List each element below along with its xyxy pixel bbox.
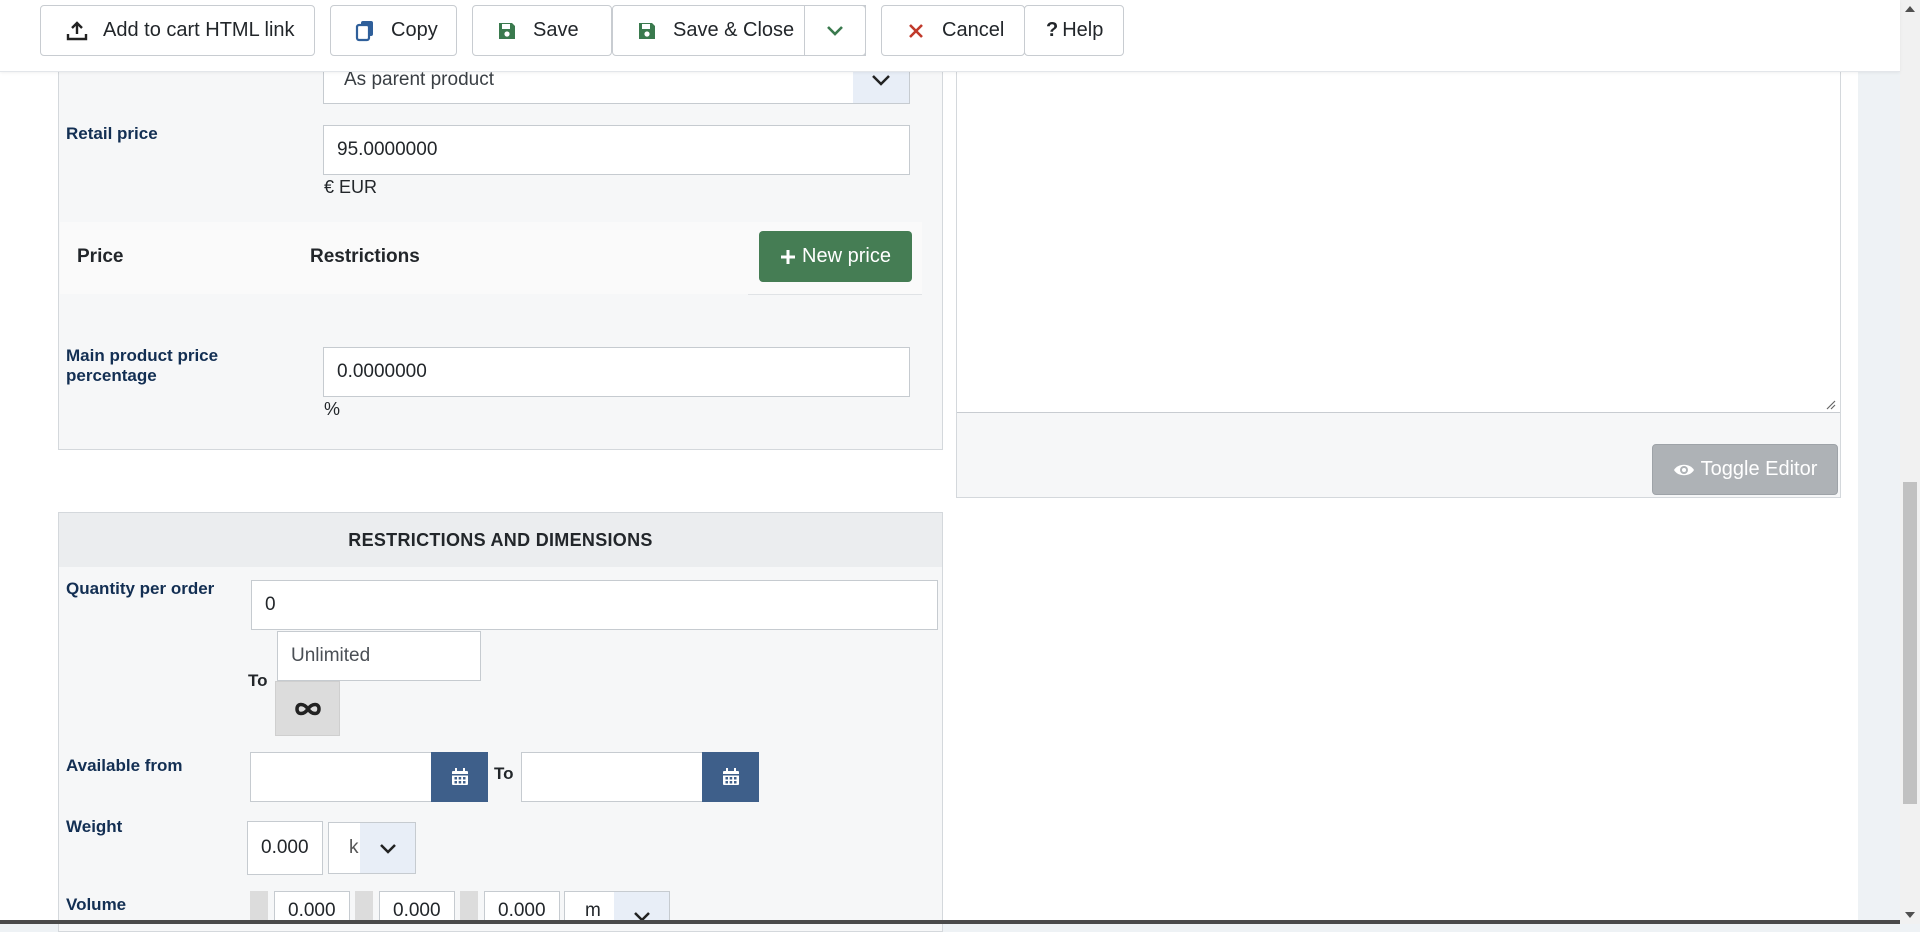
toggle-editor-button[interactable]: Toggle Editor bbox=[1652, 444, 1838, 495]
volume-label: Volume bbox=[66, 895, 127, 914]
infinity-icon bbox=[294, 702, 321, 715]
save-and-close-label: Save & Close bbox=[673, 19, 795, 41]
calendar-icon bbox=[451, 768, 468, 785]
text-editor-area[interactable] bbox=[957, 60, 1840, 413]
window-bottom-edge bbox=[0, 920, 1900, 924]
plus-icon bbox=[781, 249, 796, 264]
toolbar: Add to cart HTML link Copy Save Save & C… bbox=[0, 0, 1900, 72]
eye-icon bbox=[1673, 464, 1694, 475]
chevron-down-icon bbox=[827, 26, 843, 36]
retail-price-value: 95.0000000 bbox=[337, 139, 438, 160]
divider bbox=[748, 294, 922, 295]
volume-height-value: 0.000 bbox=[498, 900, 546, 921]
quantity-per-order-label: Quantity per order bbox=[66, 579, 215, 598]
save-options-dropdown[interactable] bbox=[804, 5, 866, 56]
retail-price-input[interactable]: 95.0000000 bbox=[323, 125, 910, 175]
weight-label: Weight bbox=[66, 817, 123, 836]
copy-button[interactable]: Copy bbox=[330, 5, 457, 56]
floppy-disk-icon bbox=[495, 19, 519, 43]
quantity-min-input[interactable]: 0 bbox=[251, 580, 938, 630]
available-to-input[interactable] bbox=[521, 752, 703, 802]
chevron-down-icon[interactable] bbox=[360, 823, 415, 873]
help-button[interactable]: ? Help bbox=[1024, 5, 1124, 56]
copy-label: Copy bbox=[391, 19, 438, 41]
add-to-cart-label: Add to cart HTML link bbox=[103, 19, 295, 41]
new-price-button[interactable]: New price bbox=[759, 231, 912, 282]
calendar-icon bbox=[722, 768, 739, 785]
save-label: Save bbox=[533, 19, 579, 41]
main-price-percentage-label: Main product price percentage bbox=[66, 346, 219, 385]
weight-value: 0.000 bbox=[261, 837, 309, 858]
scroll-down-arrow-icon[interactable] bbox=[1900, 906, 1920, 924]
volume-width-value: 0.000 bbox=[393, 900, 441, 921]
available-from-input[interactable] bbox=[250, 752, 432, 802]
save-button[interactable]: Save bbox=[472, 5, 612, 56]
help-label: Help bbox=[1062, 19, 1104, 41]
restrictions-panel bbox=[58, 512, 943, 932]
weight-input[interactable]: 0.000 bbox=[247, 821, 323, 875]
available-to-calendar-button[interactable] bbox=[702, 752, 759, 802]
main-price-percentage-value: 0.0000000 bbox=[337, 361, 427, 382]
main-price-percentage-input[interactable]: 0.0000000 bbox=[323, 347, 910, 397]
quantity-max-placeholder: Unlimited bbox=[291, 645, 371, 666]
question-icon: ? bbox=[1046, 19, 1059, 41]
volume-unit-value: m bbox=[585, 900, 601, 921]
available-to-label: To bbox=[494, 764, 514, 783]
available-from-label: Available from bbox=[66, 756, 183, 775]
currency-label: € EUR bbox=[324, 177, 378, 197]
unlimited-toggle-button[interactable] bbox=[275, 681, 340, 736]
cancel-button[interactable]: Cancel bbox=[881, 5, 1025, 56]
price-type-select-value: As parent product bbox=[344, 69, 494, 90]
quantity-max-input[interactable]: Unlimited bbox=[277, 631, 481, 681]
quantity-min-value: 0 bbox=[265, 594, 276, 615]
quantity-to-label: To bbox=[248, 671, 268, 690]
resize-handle-icon[interactable] bbox=[1824, 398, 1836, 410]
weight-unit-value: k bbox=[349, 837, 359, 858]
available-from-calendar-button[interactable] bbox=[431, 752, 488, 802]
percent-unit: % bbox=[324, 399, 341, 419]
scrollbar-thumb[interactable] bbox=[1903, 482, 1917, 804]
upload-icon bbox=[65, 19, 89, 43]
times-icon bbox=[904, 19, 928, 43]
new-price-label: New price bbox=[802, 245, 891, 267]
restrictions-heading: RESTRICTIONS AND DIMENSIONS bbox=[59, 513, 942, 567]
scroll-up-arrow-icon[interactable] bbox=[1900, 0, 1920, 18]
add-to-cart-html-link-button[interactable]: Add to cart HTML link bbox=[40, 5, 315, 56]
toggle-editor-label: Toggle Editor bbox=[1700, 458, 1818, 480]
floppy-disk-icon bbox=[635, 19, 659, 43]
copy-icon bbox=[353, 19, 377, 43]
retail-price-label: Retail price bbox=[66, 124, 158, 143]
restrictions-column-header: Restrictions bbox=[310, 246, 420, 267]
volume-length-value: 0.000 bbox=[288, 900, 336, 921]
price-column-header: Price bbox=[77, 246, 124, 267]
cancel-label: Cancel bbox=[942, 19, 1005, 41]
